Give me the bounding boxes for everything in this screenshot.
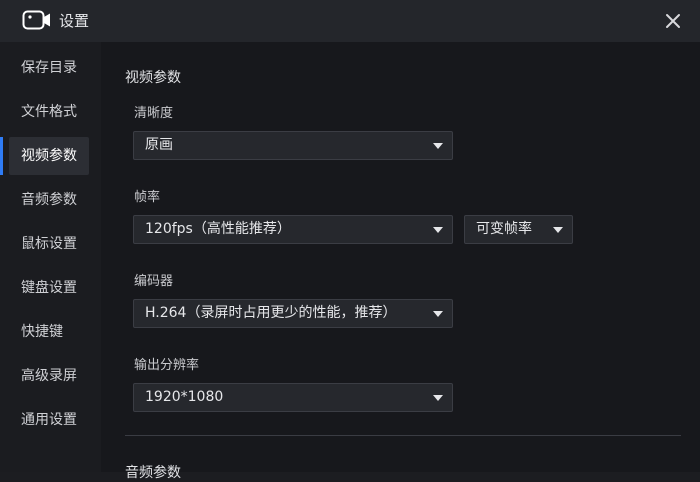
sidebar-item-save-directory[interactable]: 保存目录: [9, 49, 89, 87]
window-title: 设置: [59, 12, 90, 30]
sidebar-item-shortcuts[interactable]: 快捷键: [9, 313, 89, 351]
sidebar-item-mouse-settings[interactable]: 鼠标设置: [9, 225, 89, 263]
camera-icon: [22, 10, 50, 30]
quality-label: 清晰度: [134, 106, 174, 121]
sidebar-item-keyboard-settings[interactable]: 键盘设置: [9, 269, 89, 307]
framerate-mode-select[interactable]: 可变帧率: [464, 215, 573, 244]
quality-select-value: 原画: [145, 137, 173, 153]
sidebar-item-audio-params[interactable]: 音频参数: [9, 181, 89, 219]
framerate-select[interactable]: 120fps（高性能推荐）: [133, 215, 453, 244]
chevron-down-icon: [433, 143, 443, 149]
framerate-label: 帧率: [134, 190, 161, 205]
title-bar: 设置: [0, 0, 700, 42]
chevron-down-icon: [553, 227, 563, 233]
encoder-select[interactable]: H.264（录屏时占用更少的性能，推荐）: [133, 299, 453, 328]
chevron-down-icon: [433, 311, 443, 317]
section-title-audio: 音频参数: [125, 465, 181, 481]
framerate-mode-value: 可变帧率: [476, 221, 532, 237]
resolution-select-value: 1920*1080: [145, 389, 224, 405]
section-divider: [125, 435, 681, 436]
close-icon[interactable]: [663, 11, 683, 31]
sidebar: 保存目录 文件格式 视频参数 音频参数 鼠标设置 键盘设置 快捷键 高级录屏 通…: [0, 42, 101, 472]
encoder-label: 编码器: [134, 274, 174, 289]
section-title-video: 视频参数: [125, 70, 181, 86]
encoder-select-value: H.264（录屏时占用更少的性能，推荐）: [145, 305, 397, 321]
framerate-select-value: 120fps（高性能推荐）: [145, 221, 291, 237]
settings-panel: 视频参数 清晰度 原画 帧率 120fps（高性能推荐） 可变帧率 编码器 H.…: [101, 42, 700, 481]
sidebar-item-file-format[interactable]: 文件格式: [9, 93, 89, 131]
sidebar-item-general-settings[interactable]: 通用设置: [9, 401, 89, 439]
chevron-down-icon: [433, 227, 443, 233]
chevron-down-icon: [433, 395, 443, 401]
resolution-select[interactable]: 1920*1080: [133, 383, 453, 412]
active-indicator: [0, 137, 3, 175]
sidebar-item-video-params[interactable]: 视频参数: [9, 137, 89, 175]
quality-select[interactable]: 原画: [133, 131, 453, 160]
sidebar-item-advanced-recording[interactable]: 高级录屏: [9, 357, 89, 395]
resolution-label: 输出分辨率: [134, 358, 200, 373]
